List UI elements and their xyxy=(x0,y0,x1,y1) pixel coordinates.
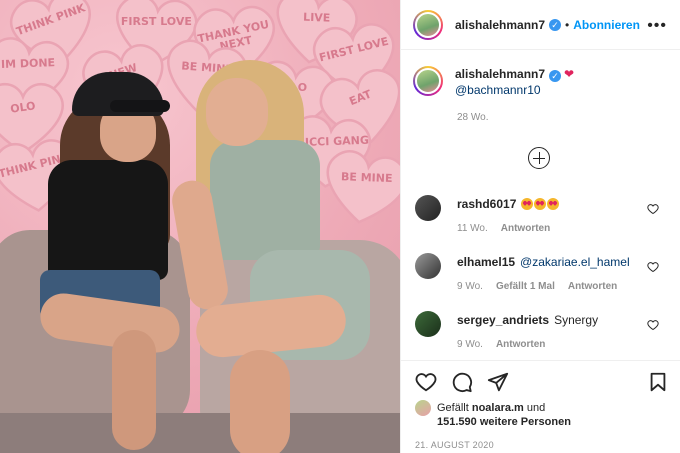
commenter-avatar[interactable] xyxy=(415,311,441,337)
share-paper-plane-icon[interactable] xyxy=(487,371,509,393)
heart-eyes-emoji xyxy=(521,197,560,211)
reply-button[interactable]: Antworten xyxy=(568,281,617,292)
verified-badge-icon: ✓ xyxy=(549,70,562,82)
reply-button[interactable]: Antworten xyxy=(496,339,545,350)
save-bookmark-icon[interactable] xyxy=(647,371,669,398)
likes-conjunction: und xyxy=(526,402,546,414)
more-options-icon[interactable]: ••• xyxy=(647,17,667,35)
post-header: alishalehmann7 ✓ • Abonnieren ••• xyxy=(401,0,680,50)
verified-badge-icon: ✓ xyxy=(549,18,562,31)
person-right-lower-leg xyxy=(230,350,290,453)
author-avatar[interactable] xyxy=(413,9,443,40)
reply-button[interactable]: Antworten xyxy=(501,223,550,234)
liker-username[interactable]: noalara.m xyxy=(472,402,524,414)
comment-bubble-icon[interactable] xyxy=(451,371,473,393)
red-heart-emoji: ❤ xyxy=(564,67,575,81)
cap-brim xyxy=(110,100,170,112)
post-photo[interactable]: THINK PINK FIRST LOVE THANK YOU NEXT LIVE IM… xyxy=(0,0,400,453)
candy-heart: BE MINE xyxy=(316,143,400,233)
like-heart-icon[interactable] xyxy=(647,203,659,215)
likes-prefix: Gefällt xyxy=(437,402,469,414)
comment-username[interactable]: elhamel15 xyxy=(457,255,515,269)
follow-button[interactable]: Abonnieren xyxy=(573,18,640,32)
caption-username[interactable]: alishalehmann7 xyxy=(455,67,545,81)
separator-dot: • xyxy=(565,17,570,32)
person-left-lower-leg xyxy=(112,330,156,450)
caption-avatar[interactable] xyxy=(413,66,443,96)
comment-time: 11 Wo. xyxy=(457,223,488,234)
like-heart-icon[interactable] xyxy=(647,261,659,273)
load-more-comments-icon[interactable] xyxy=(528,147,550,169)
comment-time: 9 Wo. xyxy=(457,281,483,292)
commenter-avatar[interactable] xyxy=(415,253,441,279)
person-right-face xyxy=(206,78,268,146)
candy-heart-text: FIRST LOVE xyxy=(120,15,192,29)
likes-count[interactable]: 151.590 weitere Personen xyxy=(437,416,571,428)
like-heart-icon[interactable] xyxy=(647,319,659,331)
liker-avatar xyxy=(415,400,431,416)
comment-likes[interactable]: Gefällt 1 Mal xyxy=(496,281,555,292)
caption-timestamp: 28 Wo. xyxy=(457,112,489,123)
comment-username[interactable]: rashd6017 xyxy=(457,197,516,211)
comment-username[interactable]: sergey_andriets xyxy=(457,313,549,327)
author-username[interactable]: alishalehmann7 xyxy=(455,18,545,32)
person-right-top xyxy=(210,140,320,260)
comment-text: Synergy xyxy=(554,313,599,327)
floor xyxy=(0,413,400,453)
caption-mention[interactable]: @bachmannr10 xyxy=(455,82,574,98)
comment-text[interactable]: @zakariae.el_hamel xyxy=(520,255,630,269)
commenter-avatar[interactable] xyxy=(415,195,441,221)
person-left-top xyxy=(48,160,168,280)
like-heart-icon[interactable] xyxy=(415,371,437,393)
comment-time: 9 Wo. xyxy=(457,339,483,350)
post-caption: alishalehmann7 ✓ ❤ @bachmannr10 28 Wo. xyxy=(413,66,673,123)
likes-summary[interactable]: Gefällt noalara.m und 151.590 weitere Pe… xyxy=(415,400,571,429)
post-date: 21. AUGUST 2020 xyxy=(415,440,494,450)
post-actions: Gefällt noalara.m und 151.590 weitere Pe… xyxy=(401,360,680,453)
post-side-panel: alishalehmann7 ✓ • Abonnieren ••• alisha… xyxy=(400,0,680,453)
